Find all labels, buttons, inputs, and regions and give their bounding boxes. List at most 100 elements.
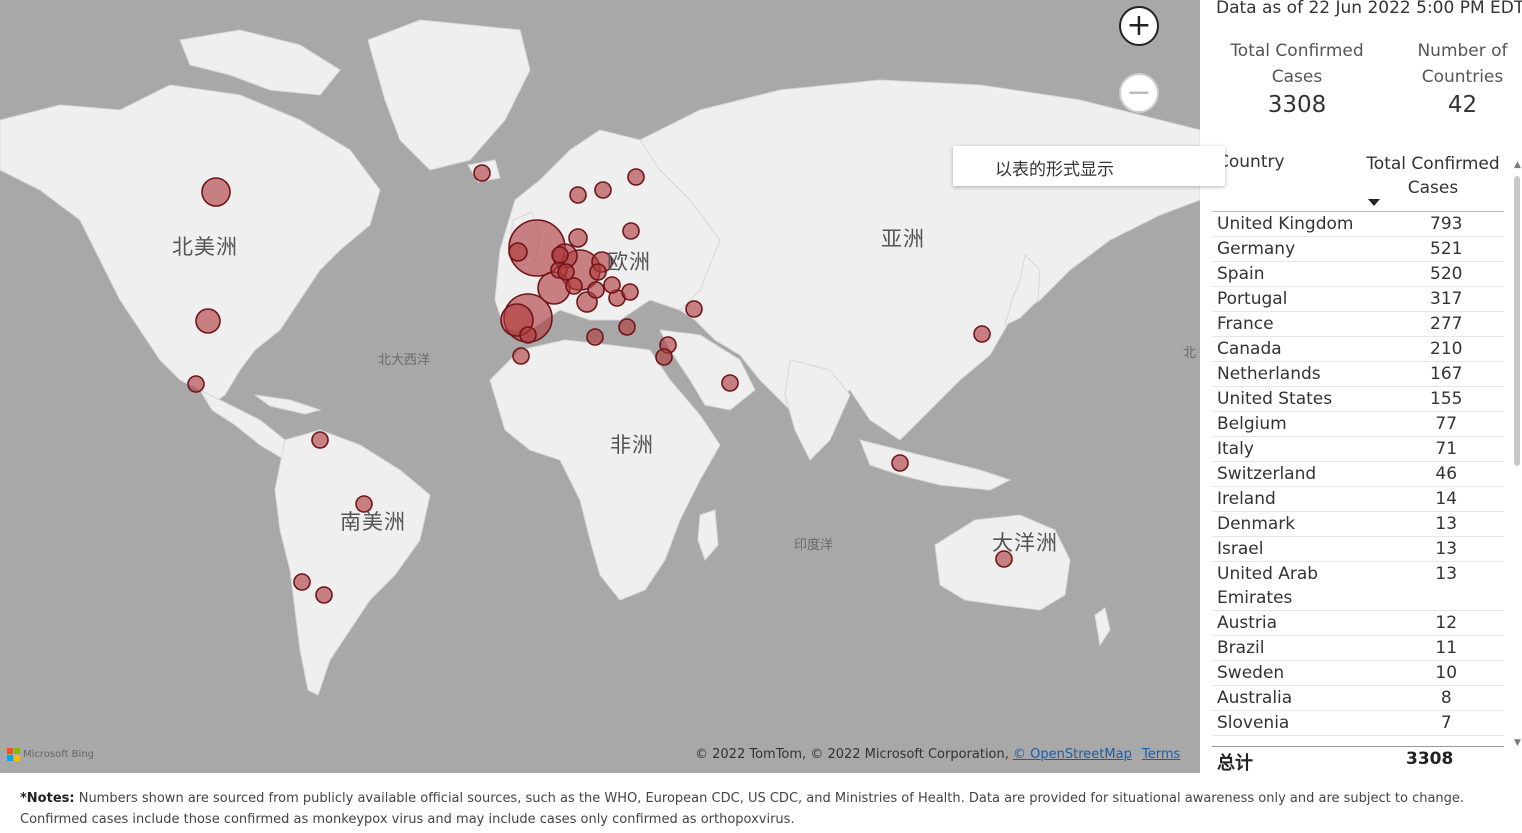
table-row[interactable]: Netherlands 167 — [1212, 362, 1504, 387]
cases-cell: 12 — [1435, 613, 1458, 633]
table-row[interactable]: Israel 13 — [1212, 537, 1504, 562]
land-madagascar — [697, 509, 719, 561]
terms-link[interactable]: Terms — [1142, 747, 1180, 762]
table-row[interactable]: Germany 521 — [1212, 237, 1504, 262]
case-bubble[interactable] — [627, 168, 645, 186]
scroll-up-icon[interactable]: ▲ — [1514, 160, 1521, 170]
country-cell: Slovenia — [1217, 713, 1290, 733]
table-body[interactable]: United Kingdom 793 Germany 521 Spain 520 Portu… — [1212, 212, 1504, 747]
case-bubble[interactable] — [512, 347, 530, 365]
case-bubble[interactable] — [551, 246, 569, 264]
case-bubble[interactable] — [557, 263, 575, 281]
table-row[interactable]: Ireland 14 — [1212, 487, 1504, 512]
label-north-atlantic: 北大西洋 — [378, 353, 431, 368]
cases-cell: 10 — [1435, 663, 1458, 683]
landmasses — [0, 19, 1200, 696]
case-bubble[interactable] — [187, 375, 205, 393]
table-row[interactable]: Canada 210 — [1212, 337, 1504, 362]
label-indian-ocean: 印度洋 — [794, 538, 834, 553]
column-header-cases[interactable]: Total Confirmed Cases — [1364, 152, 1502, 200]
case-bubble[interactable] — [589, 263, 607, 281]
case-bubble[interactable] — [473, 164, 491, 182]
case-bubble[interactable] — [569, 186, 587, 204]
label-north-pacific: 北 — [1183, 346, 1197, 361]
cases-cell: 7 — [1440, 713, 1452, 733]
table-row[interactable]: Portugal 317 — [1212, 287, 1504, 312]
case-bubble[interactable] — [618, 318, 636, 336]
table-row[interactable]: Switzerland 46 — [1212, 462, 1504, 487]
country-cell: Netherlands — [1217, 364, 1321, 384]
country-cell: Austria — [1217, 613, 1278, 633]
country-cell: Portugal — [1217, 289, 1288, 309]
table-row[interactable]: Spain 520 — [1212, 262, 1504, 287]
map-canvas[interactable] — [0, 0, 1200, 773]
case-bubble[interactable] — [655, 348, 673, 366]
country-cell: Brazil — [1217, 638, 1265, 658]
cases-cell: 71 — [1435, 439, 1458, 459]
show-as-table-menu-item[interactable]: 以表的形式显示 — [995, 155, 1114, 180]
label-oceania: 大洋洲 — [992, 531, 1058, 555]
table-row[interactable]: Austria 12 — [1212, 611, 1504, 636]
plus-icon: + — [1126, 8, 1152, 43]
case-bubble[interactable] — [201, 177, 231, 207]
case-bubble[interactable] — [587, 281, 605, 299]
land-southeast-asia — [859, 439, 1012, 491]
map-view[interactable]: 北美洲 南美洲 欧洲 亚洲 非洲 大洋洲 北大西洋 印度洋 北 + − Micr… — [0, 0, 1200, 773]
notes-prefix: *Notes: — [20, 791, 75, 806]
cases-cell: 210 — [1430, 339, 1463, 359]
column-header-country[interactable]: Country — [1217, 152, 1285, 172]
table-row[interactable]: United States 155 — [1212, 387, 1504, 412]
land-new-zealand — [1094, 607, 1111, 647]
cases-cell: 46 — [1435, 464, 1458, 484]
scroll-thumb[interactable] — [1514, 176, 1520, 466]
table-row[interactable]: Slovenia 7 — [1212, 711, 1504, 736]
country-cell: Italy — [1217, 439, 1254, 459]
cases-cell: 11 — [1435, 638, 1458, 658]
scroll-down-icon[interactable]: ▼ — [1514, 738, 1521, 748]
case-bubble[interactable] — [891, 454, 909, 472]
table-row[interactable]: Italy 71 — [1212, 437, 1504, 462]
sort-descending-icon[interactable] — [1368, 199, 1380, 206]
case-bubble[interactable] — [594, 181, 612, 199]
microsoft-logo-icon — [7, 748, 20, 761]
case-bubble[interactable] — [519, 326, 537, 344]
case-bubble[interactable] — [973, 325, 991, 343]
notes-text: Numbers shown are sourced from publicly … — [20, 791, 1465, 827]
zoom-in-button[interactable]: + — [1119, 6, 1159, 46]
country-cell: Spain — [1217, 264, 1265, 284]
context-menu: 以表的形式显示 — [953, 146, 1225, 186]
table-row[interactable]: United Kingdom 793 — [1212, 212, 1504, 237]
case-bubble[interactable] — [603, 276, 621, 294]
table-row[interactable]: Belgium 77 — [1212, 412, 1504, 437]
case-bubble[interactable] — [685, 300, 703, 318]
openstreetmap-link[interactable]: © OpenStreetMap — [1013, 747, 1132, 762]
table-row[interactable]: Denmark 13 — [1212, 512, 1504, 537]
zoom-out-button[interactable]: − — [1119, 73, 1159, 113]
table-row[interactable]: Australia 8 — [1212, 686, 1504, 711]
case-bubble[interactable] — [293, 573, 311, 591]
case-bubble[interactable] — [195, 308, 221, 334]
case-bubble[interactable] — [621, 283, 639, 301]
case-bubble[interactable] — [508, 242, 528, 262]
cases-cell: 13 — [1435, 514, 1458, 534]
case-bubble[interactable] — [311, 431, 329, 449]
case-bubble[interactable] — [721, 374, 739, 392]
table-row[interactable]: Brazil 11 — [1212, 636, 1504, 661]
bing-logo: Microsoft Bing — [7, 748, 94, 761]
case-bubble[interactable] — [315, 586, 333, 604]
total-label: 总计 — [1217, 753, 1253, 774]
table-scrollbar[interactable]: ▲ ▼ — [1512, 150, 1522, 750]
land-greenland — [367, 19, 531, 171]
country-cell: Switzerland — [1217, 464, 1317, 484]
cases-cell: 155 — [1430, 389, 1463, 409]
cases-cell: 14 — [1435, 489, 1458, 509]
country-cell: Germany — [1217, 239, 1296, 259]
case-bubble[interactable] — [586, 328, 604, 346]
case-bubble[interactable] — [622, 222, 640, 240]
table-row[interactable]: France 277 — [1212, 312, 1504, 337]
cases-cell: 77 — [1435, 414, 1458, 434]
country-cell: Sweden — [1217, 663, 1285, 683]
table-row[interactable]: Sweden 10 — [1212, 661, 1504, 686]
case-bubble[interactable] — [568, 228, 588, 248]
table-row[interactable]: United Arab Emirates 13 — [1212, 562, 1504, 611]
